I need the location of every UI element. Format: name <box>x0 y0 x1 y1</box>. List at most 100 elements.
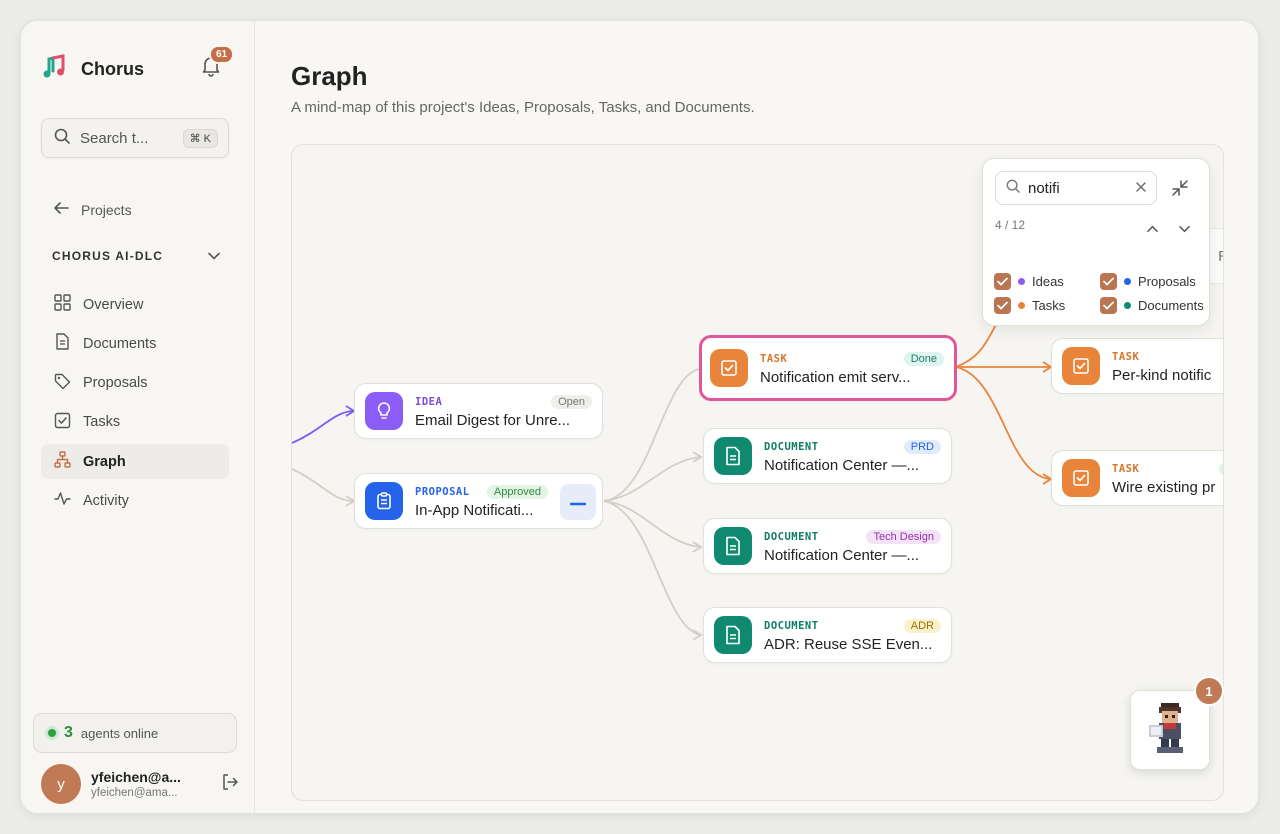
search-input[interactable]: Search t... ⌘ K <box>41 118 229 158</box>
graph-icon <box>54 451 71 472</box>
back-label: Projects <box>81 201 132 218</box>
node-title: Notification Center —... <box>764 456 920 474</box>
nav-label: Proposals <box>83 375 148 392</box>
nav-item-graph[interactable]: Graph <box>41 444 229 480</box>
activity-icon <box>54 490 71 511</box>
notification-badge: 61 <box>209 45 235 64</box>
chevron-up-icon[interactable] <box>1147 220 1158 238</box>
agents-count: 3 <box>64 724 73 741</box>
filter-tasks[interactable]: Tasks <box>994 297 1065 314</box>
nav-label: Tasks <box>83 414 121 431</box>
nav-item-overview[interactable]: Overview <box>41 287 229 322</box>
graph-node-document-prd[interactable]: DOCUMENT PRD Notification Center —... <box>703 428 952 484</box>
chevron-down-icon[interactable] <box>1179 220 1190 238</box>
graph-node-task-per-kind[interactable]: TASK Per-kind notific <box>1051 338 1223 394</box>
app-window: Chorus 61 Search t... ⌘ K Projects CHORU… <box>20 20 1259 814</box>
graph-node-proposal[interactable]: PROPOSAL Approved In-App Notificati... <box>354 473 603 529</box>
check-square-icon <box>710 349 748 387</box>
back-to-projects-link[interactable]: Projects <box>53 201 132 218</box>
lightbulb-icon <box>365 392 403 430</box>
node-title: Per-kind notific <box>1112 366 1212 384</box>
user-name: yfeichen@a... <box>91 769 181 785</box>
graph-search-panel: notifi 4 / 12 Ideas Proposals Tasks Docu… <box>982 158 1210 326</box>
tag-icon <box>54 373 71 394</box>
filter-documents[interactable]: Documents <box>1100 297 1204 314</box>
edge-to-proposal <box>292 468 353 502</box>
partial-node-label: RE <box>1218 248 1223 265</box>
online-status-dot <box>48 729 56 737</box>
status-badge: Done <box>903 351 944 366</box>
graph-node-document-adr[interactable]: DOCUMENT ADR ADR: Reuse SSE Even... <box>703 607 952 663</box>
documents-color-dot <box>1124 302 1131 309</box>
node-kind: TASK <box>1112 462 1140 475</box>
status-badge: ADR <box>903 618 941 633</box>
agents-online-indicator[interactable]: 3 agents online <box>33 713 237 753</box>
user-profile[interactable]: y yfeichen@a... yfeichen@ama... <box>41 763 241 805</box>
arrow-left-icon <box>53 201 69 218</box>
nav-item-tasks[interactable]: Tasks <box>41 405 229 440</box>
ideas-color-dot <box>1018 278 1025 285</box>
project-name: CHORUS AI-DLC <box>52 249 164 263</box>
brand-name: Chorus <box>81 59 144 79</box>
node-title: In-App Notificati... <box>415 501 534 519</box>
node-kind: TASK <box>1112 350 1140 363</box>
graph-node-task-wire-existing[interactable]: TASK In Wire existing pr <box>1051 450 1223 506</box>
edge-task-top <box>955 322 998 368</box>
graph-search-input[interactable]: notifi <box>995 171 1157 205</box>
nav-label: Overview <box>83 296 144 313</box>
status-badge: In <box>1219 461 1223 476</box>
checkbox-checked-icon <box>994 297 1011 314</box>
node-title: Notification Center —... <box>764 546 920 564</box>
node-kind: DOCUMENT <box>764 619 819 632</box>
search-placeholder: Search t... <box>80 129 149 147</box>
graph-node-idea[interactable]: IDEA Open Email Digest for Unre... <box>354 383 603 439</box>
avatar: y <box>41 764 81 804</box>
nav-item-documents[interactable]: Documents <box>41 326 229 361</box>
project-nav: Overview Documents Proposals Tasks Graph… <box>41 287 229 523</box>
collapse-panel-icon[interactable] <box>1171 179 1189 202</box>
graph-node-document-tech-design[interactable]: DOCUMENT Tech Design Notification Center… <box>703 518 952 574</box>
nav-item-activity[interactable]: Activity <box>41 483 229 518</box>
nav-item-proposals[interactable]: Proposals <box>41 366 229 401</box>
nav-label: Documents <box>83 335 157 352</box>
music-note-logo-icon <box>41 53 69 86</box>
checkbox-icon <box>54 412 71 433</box>
checkbox-checked-icon <box>1100 273 1117 290</box>
status-badge: Open <box>551 394 592 409</box>
filter-ideas[interactable]: Ideas <box>994 273 1064 290</box>
filter-label: Proposals <box>1138 274 1196 289</box>
arrow-head-doc3 <box>692 629 703 641</box>
logout-icon[interactable] <box>221 773 239 796</box>
user-info: yfeichen@a... yfeichen@ama... <box>91 769 181 799</box>
clipboard-icon <box>365 482 403 520</box>
filter-label: Tasks <box>1032 298 1066 313</box>
sidebar: Chorus 61 Search t... ⌘ K Projects CHORU… <box>21 21 255 813</box>
node-kind: DOCUMENT <box>764 530 819 543</box>
clear-icon[interactable] <box>1136 179 1146 197</box>
search-icon <box>1006 179 1020 198</box>
chevron-down-icon <box>208 249 220 263</box>
brand[interactable]: Chorus <box>41 53 144 86</box>
graph-canvas[interactable]: RE IDEA Open Email Digest for Unre... <box>291 144 1224 801</box>
proposals-color-dot <box>1124 278 1131 285</box>
nav-label: Graph <box>83 453 126 470</box>
node-title: ADR: Reuse SSE Even... <box>764 635 933 653</box>
edge-to-idea <box>292 410 353 444</box>
pixel-avatar-icon <box>1147 701 1193 760</box>
user-email: yfeichen@ama... <box>91 787 178 799</box>
graph-node-task-selected[interactable]: TASK Done Notification emit serv... <box>699 335 957 401</box>
document-icon <box>714 616 752 654</box>
minus-icon <box>569 493 587 511</box>
grid-icon <box>54 294 71 315</box>
node-title: Notification emit serv... <box>760 368 911 386</box>
status-badge: Approved <box>486 484 548 499</box>
filter-proposals[interactable]: Proposals <box>1100 273 1196 290</box>
filter-label: Ideas <box>1032 274 1064 289</box>
graph-search-query: notifi <box>1028 179 1060 197</box>
project-switcher[interactable]: CHORUS AI-DLC <box>52 249 220 263</box>
page-subtitle: A mind-map of this project's Ideas, Prop… <box>291 99 755 116</box>
node-kind: IDEA <box>415 395 443 408</box>
document-icon <box>714 437 752 475</box>
node-title: Wire existing pr <box>1112 478 1216 496</box>
collapse-node-button[interactable] <box>560 484 596 520</box>
